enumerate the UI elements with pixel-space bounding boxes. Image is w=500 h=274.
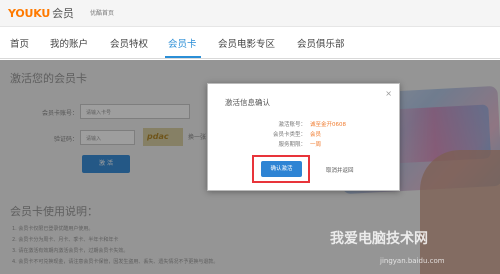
account-label: 激活账号： xyxy=(278,122,306,128)
nav-item-my-account[interactable]: 我的账户 xyxy=(50,36,88,50)
nav-item-privileges[interactable]: 会员特权 xyxy=(110,36,148,50)
service-period-label: 服务期限： xyxy=(278,142,306,148)
account-value: 诚至金开0608 xyxy=(310,122,346,128)
watermark-url: jingyan.baidu.com xyxy=(380,257,445,265)
active-tab-indicator xyxy=(165,56,201,58)
youku-home-link[interactable]: 优酷首页 xyxy=(90,8,114,17)
logo-brand: YOUKU xyxy=(8,7,51,20)
main-nav: 首页 我的账户 会员特权 会员卡 会员电影专区 会员俱乐部 xyxy=(0,27,500,59)
card-type-label: 会员卡类型： xyxy=(272,132,306,138)
cancel-and-return-link[interactable]: 取消并返回 xyxy=(326,166,354,174)
top-bar: YOUKU 会员 优酷首页 xyxy=(0,0,500,27)
confirm-button-highlight: 确认激活 xyxy=(252,155,310,183)
service-period-value: 一周 xyxy=(310,142,322,148)
confirm-activate-button[interactable]: 确认激活 xyxy=(261,161,302,177)
activation-confirm-dialog: 激活信息确认 × 激活账号： 诚至金开0608 会员卡类型： 会员 服务期限： … xyxy=(207,83,400,191)
nav-item-club[interactable]: 会员俱乐部 xyxy=(297,36,345,50)
close-icon[interactable]: × xyxy=(385,89,392,98)
logo-suffix: 会员 xyxy=(52,7,74,20)
nav-item-movie-zone[interactable]: 会员电影专区 xyxy=(218,36,275,50)
youku-vip-logo[interactable]: YOUKU 会员 xyxy=(8,5,74,21)
card-type-value: 会员 xyxy=(310,132,322,138)
dialog-title: 激活信息确认 xyxy=(225,98,270,107)
nav-item-member-card[interactable]: 会员卡 xyxy=(168,36,197,50)
watermark-text: 我爱电脑技术网 xyxy=(330,231,428,247)
nav-item-home[interactable]: 首页 xyxy=(10,36,29,50)
